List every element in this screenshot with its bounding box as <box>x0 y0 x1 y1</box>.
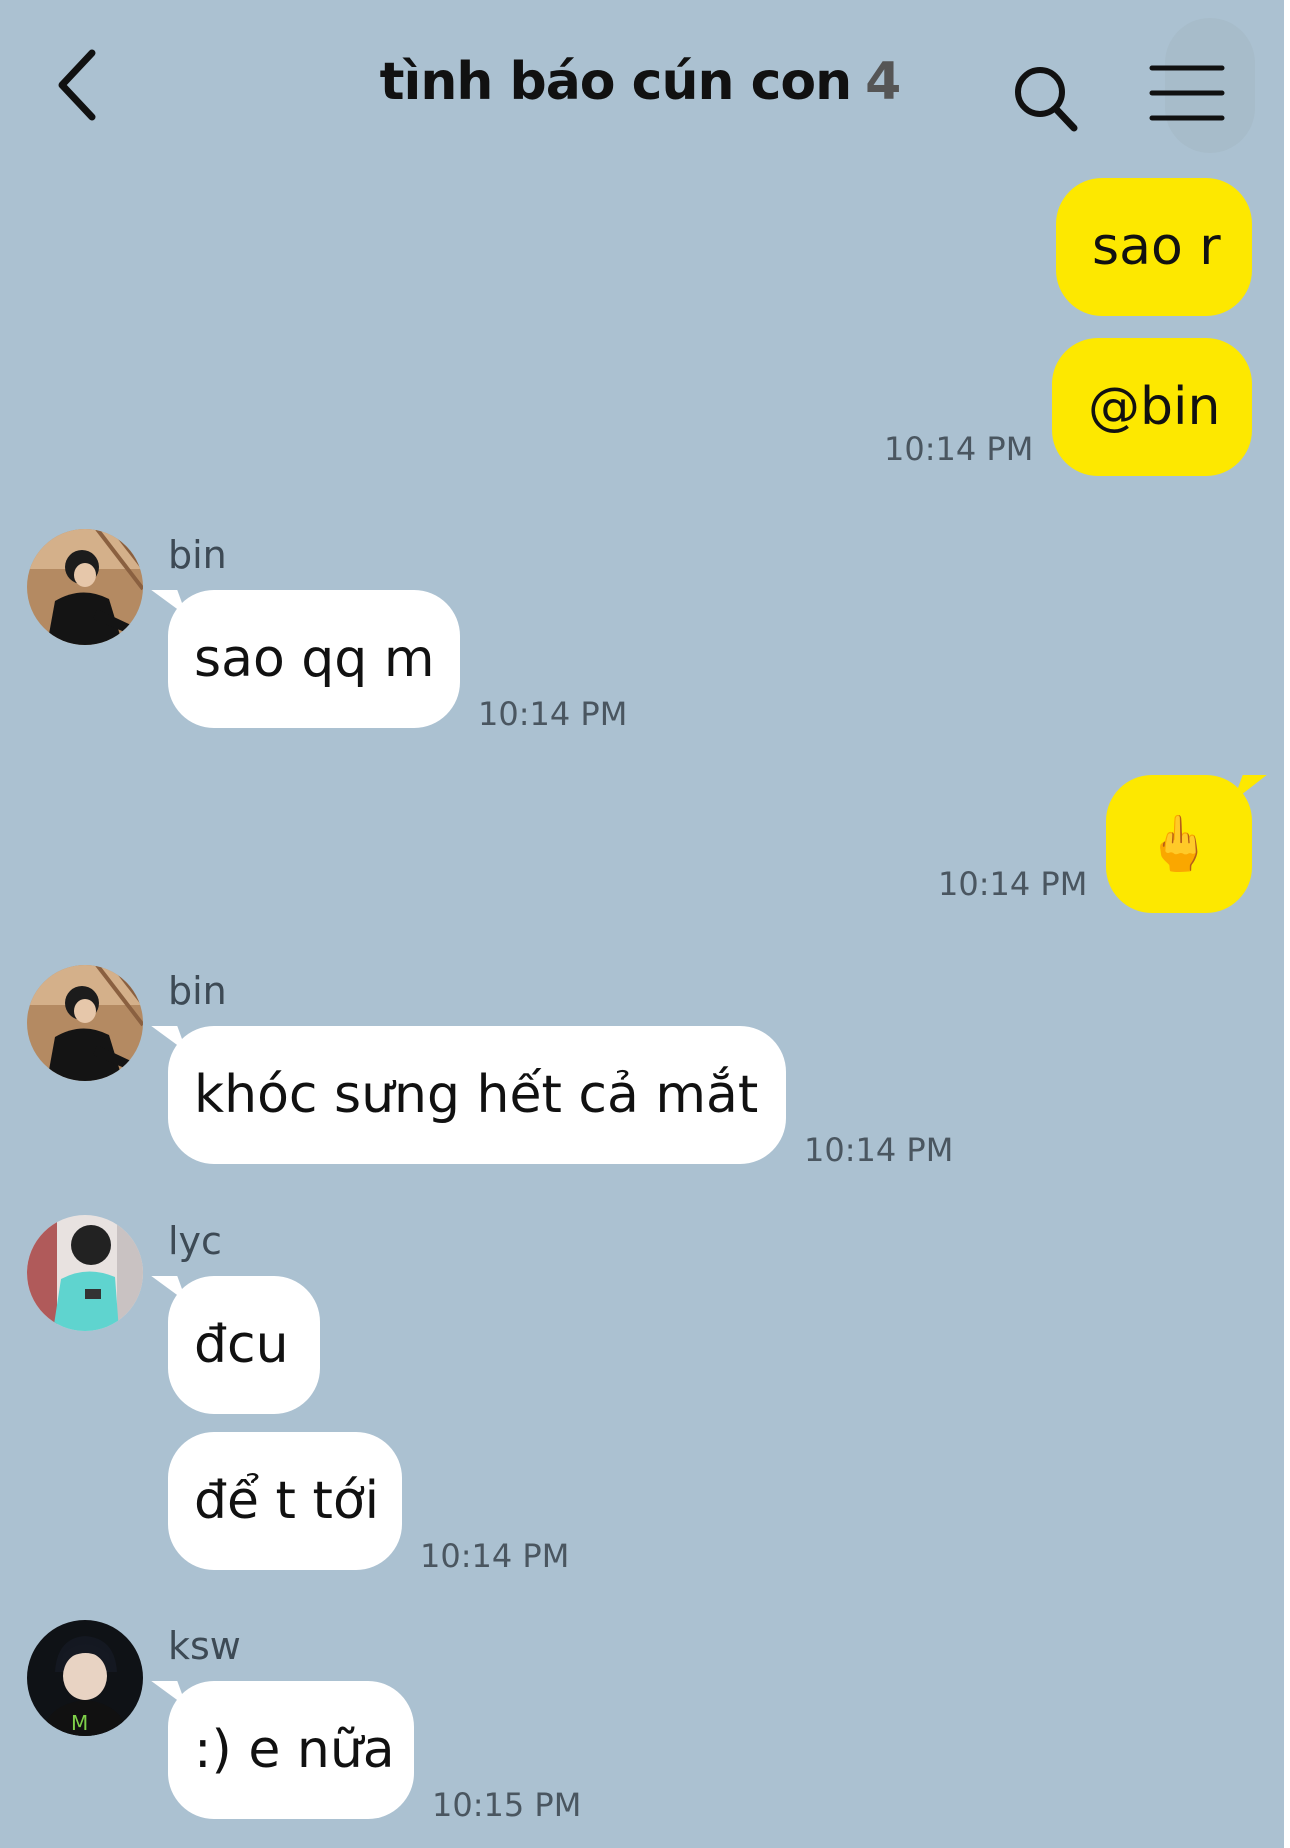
message-bubble-mine[interactable]: @bin <box>1052 338 1252 476</box>
search-button[interactable] <box>1010 62 1080 137</box>
message-time: 10:14 PM <box>420 1537 570 1575</box>
chat-title-text: tình báo cún con <box>379 52 852 112</box>
message-bubble-mine[interactable]: 🖕 <box>1106 775 1252 913</box>
hamburger-menu-icon <box>1149 65 1225 121</box>
message-time: 10:14 PM <box>938 865 1088 903</box>
avatar-image <box>27 965 143 1081</box>
message-bubble-mine[interactable]: sao r <box>1056 178 1252 316</box>
message-bubble-theirs[interactable]: sao qq m <box>168 590 460 728</box>
message-time: 10:14 PM <box>884 430 1034 468</box>
message-bubble-theirs[interactable]: khóc sưng hết cả mắt <box>168 1026 786 1164</box>
avatar-image: M <box>27 1620 143 1736</box>
message-text: khóc sưng hết cả mắt <box>194 1065 759 1125</box>
message-bubble-theirs[interactable]: :) e nữa <box>168 1681 414 1819</box>
sender-name: bin <box>168 969 227 1013</box>
search-icon <box>1015 67 1078 132</box>
message-text: :) e nữa <box>194 1720 395 1780</box>
chevron-left-icon <box>58 49 96 121</box>
message-text: @bin <box>1088 377 1221 437</box>
avatar-image <box>27 529 143 645</box>
svg-text:M: M <box>71 1711 88 1735</box>
avatar-lyc[interactable] <box>27 1215 143 1331</box>
message-time: 10:14 PM <box>478 695 628 733</box>
message-text: đcu <box>194 1315 289 1375</box>
sender-name: ksw <box>168 1624 241 1668</box>
member-count: 4 <box>865 52 901 112</box>
avatar-bin[interactable] <box>27 965 143 1081</box>
avatar-bin[interactable] <box>27 529 143 645</box>
back-button[interactable] <box>50 45 110 125</box>
avatar-ksw[interactable]: M <box>27 1620 143 1736</box>
message-text: sao qq m <box>194 629 435 689</box>
sender-name: lyc <box>168 1219 222 1263</box>
avatar-image <box>27 1215 143 1331</box>
menu-button[interactable] <box>1148 62 1226 124</box>
message-bubble-theirs[interactable]: để t tới <box>168 1432 402 1570</box>
chat-title: tình báo cún con 4 <box>300 52 980 112</box>
message-text: sao r <box>1092 217 1221 277</box>
message-text: để t tới <box>194 1471 380 1531</box>
message-time: 10:15 PM <box>432 1786 582 1824</box>
message-emoji: 🖕 <box>1145 812 1213 875</box>
screen-edge <box>1284 0 1290 1848</box>
message-bubble-theirs[interactable]: đcu <box>168 1276 320 1414</box>
sender-name: bin <box>168 533 227 577</box>
message-time: 10:14 PM <box>804 1131 954 1169</box>
